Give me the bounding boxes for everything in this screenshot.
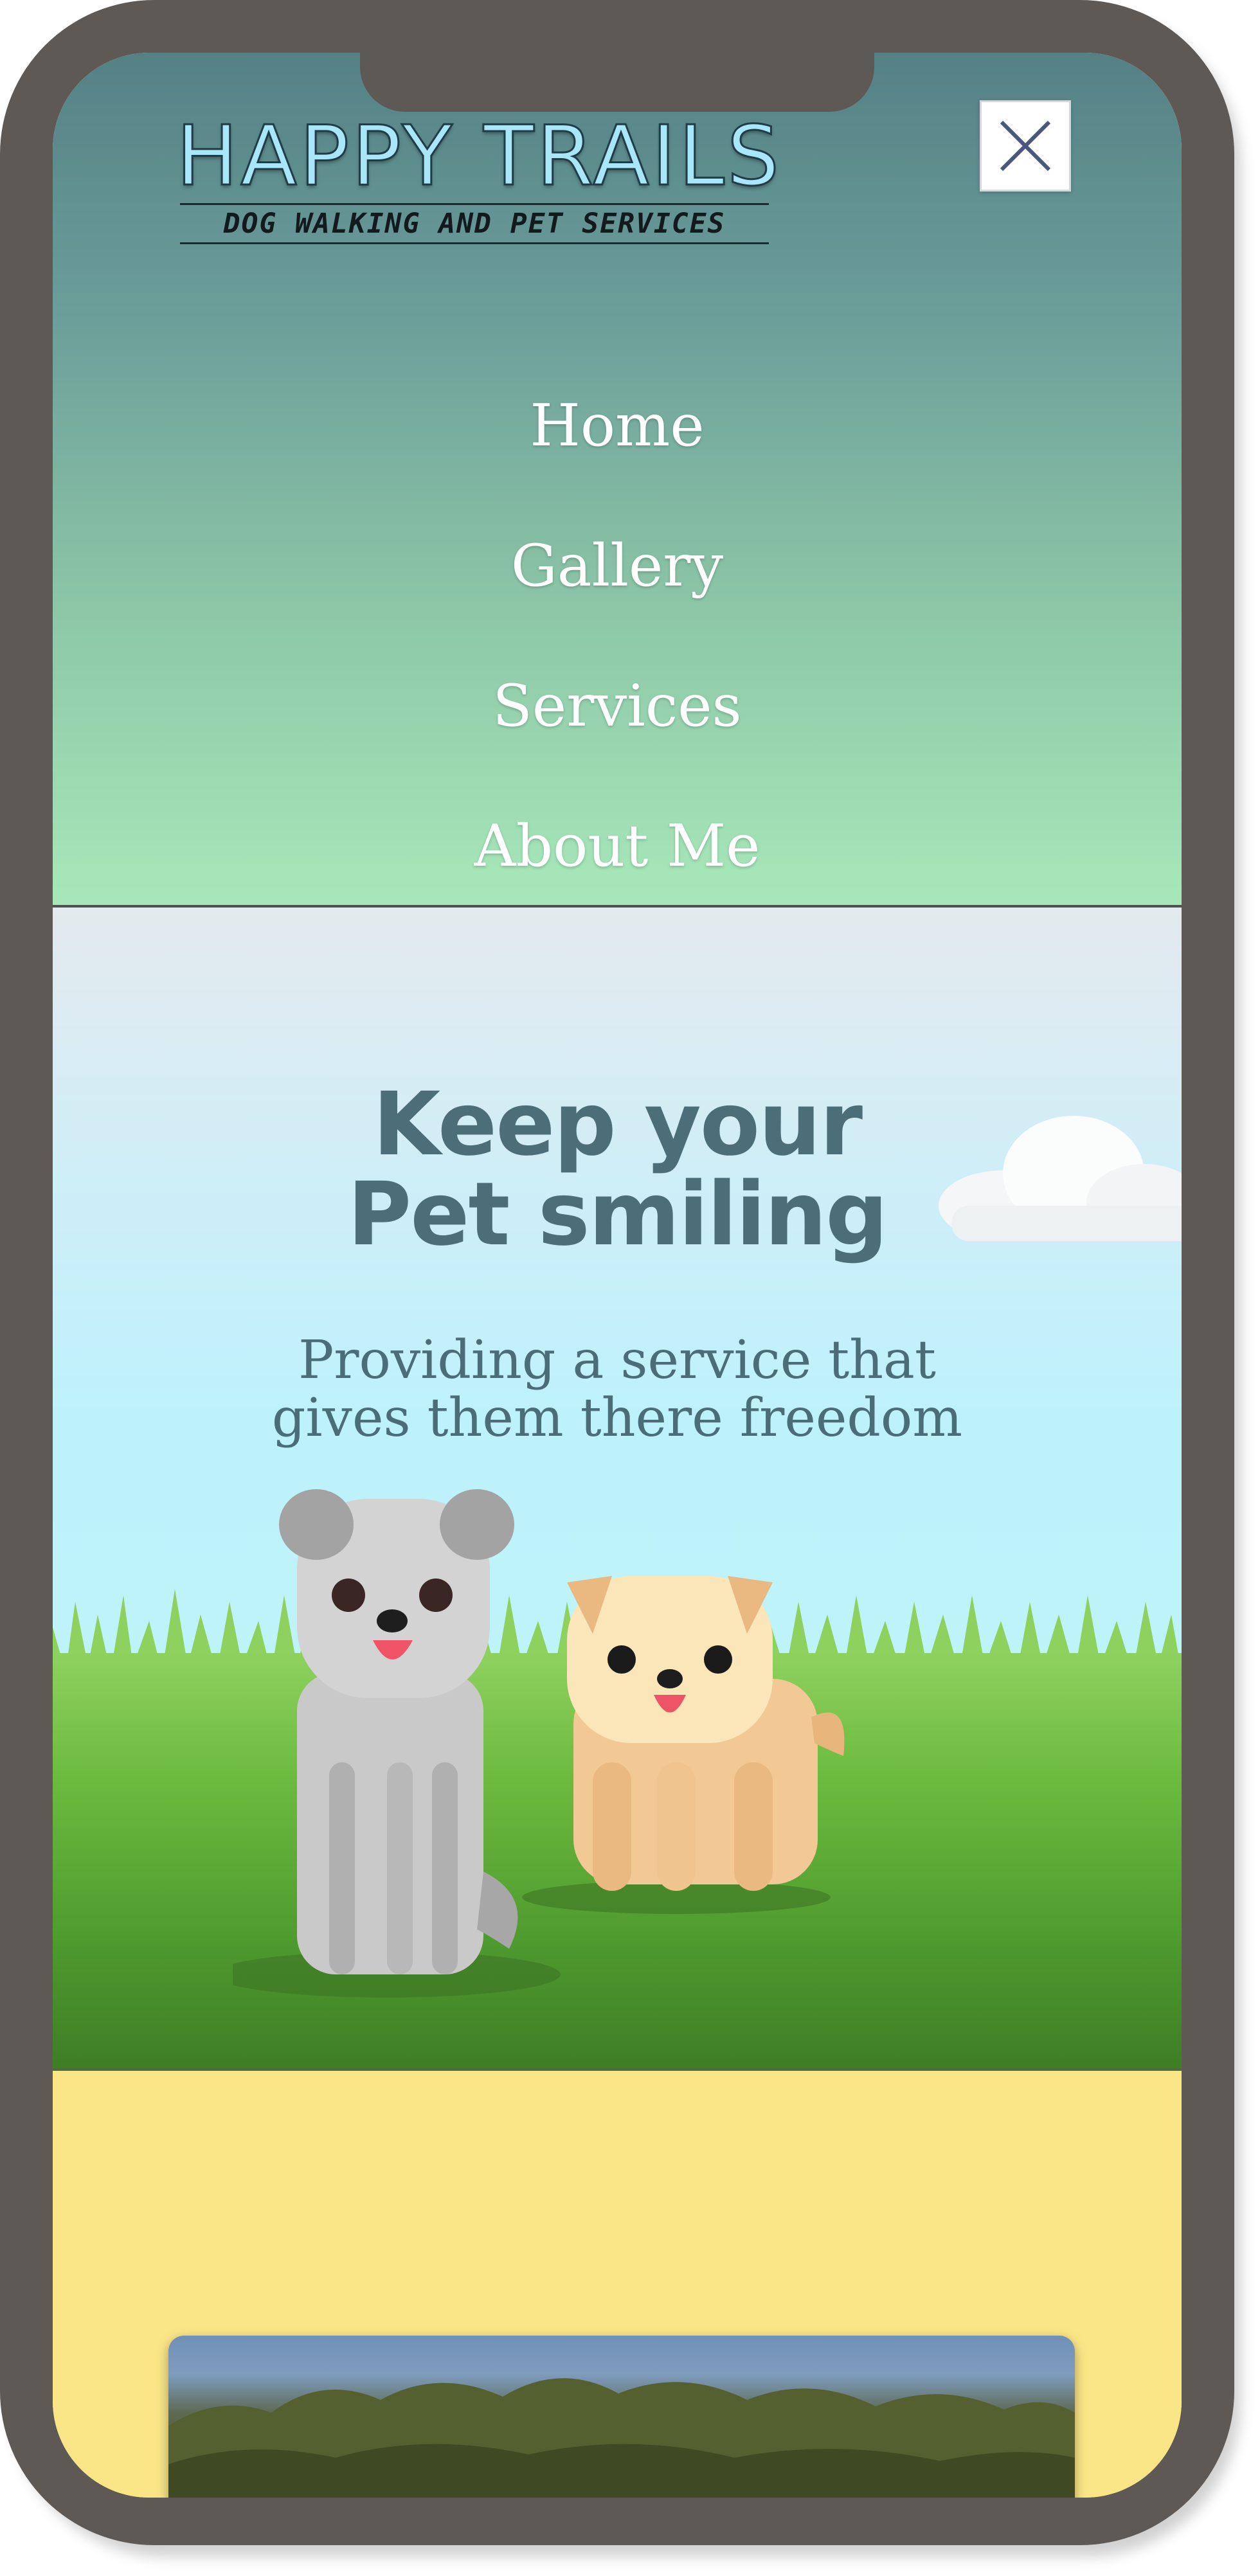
treeline-graphic — [168, 2378, 1075, 2498]
hero-title-line-2: Pet smiling — [347, 1164, 888, 1266]
hero-title: Keep your Pet smiling — [53, 1081, 1182, 1261]
landscape-photo — [168, 2336, 1075, 2498]
nav-item-gallery[interactable]: Gallery — [53, 496, 1182, 636]
close-menu-button[interactable] — [980, 100, 1071, 192]
hero-subtitle: Providing a service that gives them ther… — [53, 1332, 1182, 1447]
nav-item-services[interactable]: Services — [53, 636, 1182, 776]
mobile-menu: HAPPY TRAILS DOG WALKING AND PET SERVICE… — [53, 53, 1182, 908]
hero-subtitle-line-1: Providing a service that — [298, 1330, 936, 1391]
site-logo[interactable]: HAPPY TRAILS DOG WALKING AND PET SERVICE… — [176, 109, 782, 253]
logo-tagline: DOG WALKING AND PET SERVICES — [180, 203, 769, 244]
nav-item-about-me[interactable]: About Me — [53, 776, 1182, 917]
phone-notch — [360, 53, 874, 112]
hero-subtitle-line-2: gives them there freedom — [271, 1388, 963, 1449]
dogs-illustration — [233, 1489, 845, 1998]
hero-banner: Keep your Pet smiling Providing a servic… — [53, 908, 1182, 2071]
close-icon — [1000, 120, 1051, 172]
nav-item-home[interactable]: Home — [53, 356, 1182, 496]
phone-frame: HAPPY TRAILS DOG WALKING AND PET SERVICE… — [0, 0, 1234, 2545]
main-nav: Home Gallery Services About Me — [53, 356, 1182, 917]
logo-title: HAPPY TRAILS — [176, 109, 782, 204]
hero-title-line-1: Keep your — [372, 1074, 863, 1176]
screen: HAPPY TRAILS DOG WALKING AND PET SERVICE… — [53, 53, 1182, 2498]
